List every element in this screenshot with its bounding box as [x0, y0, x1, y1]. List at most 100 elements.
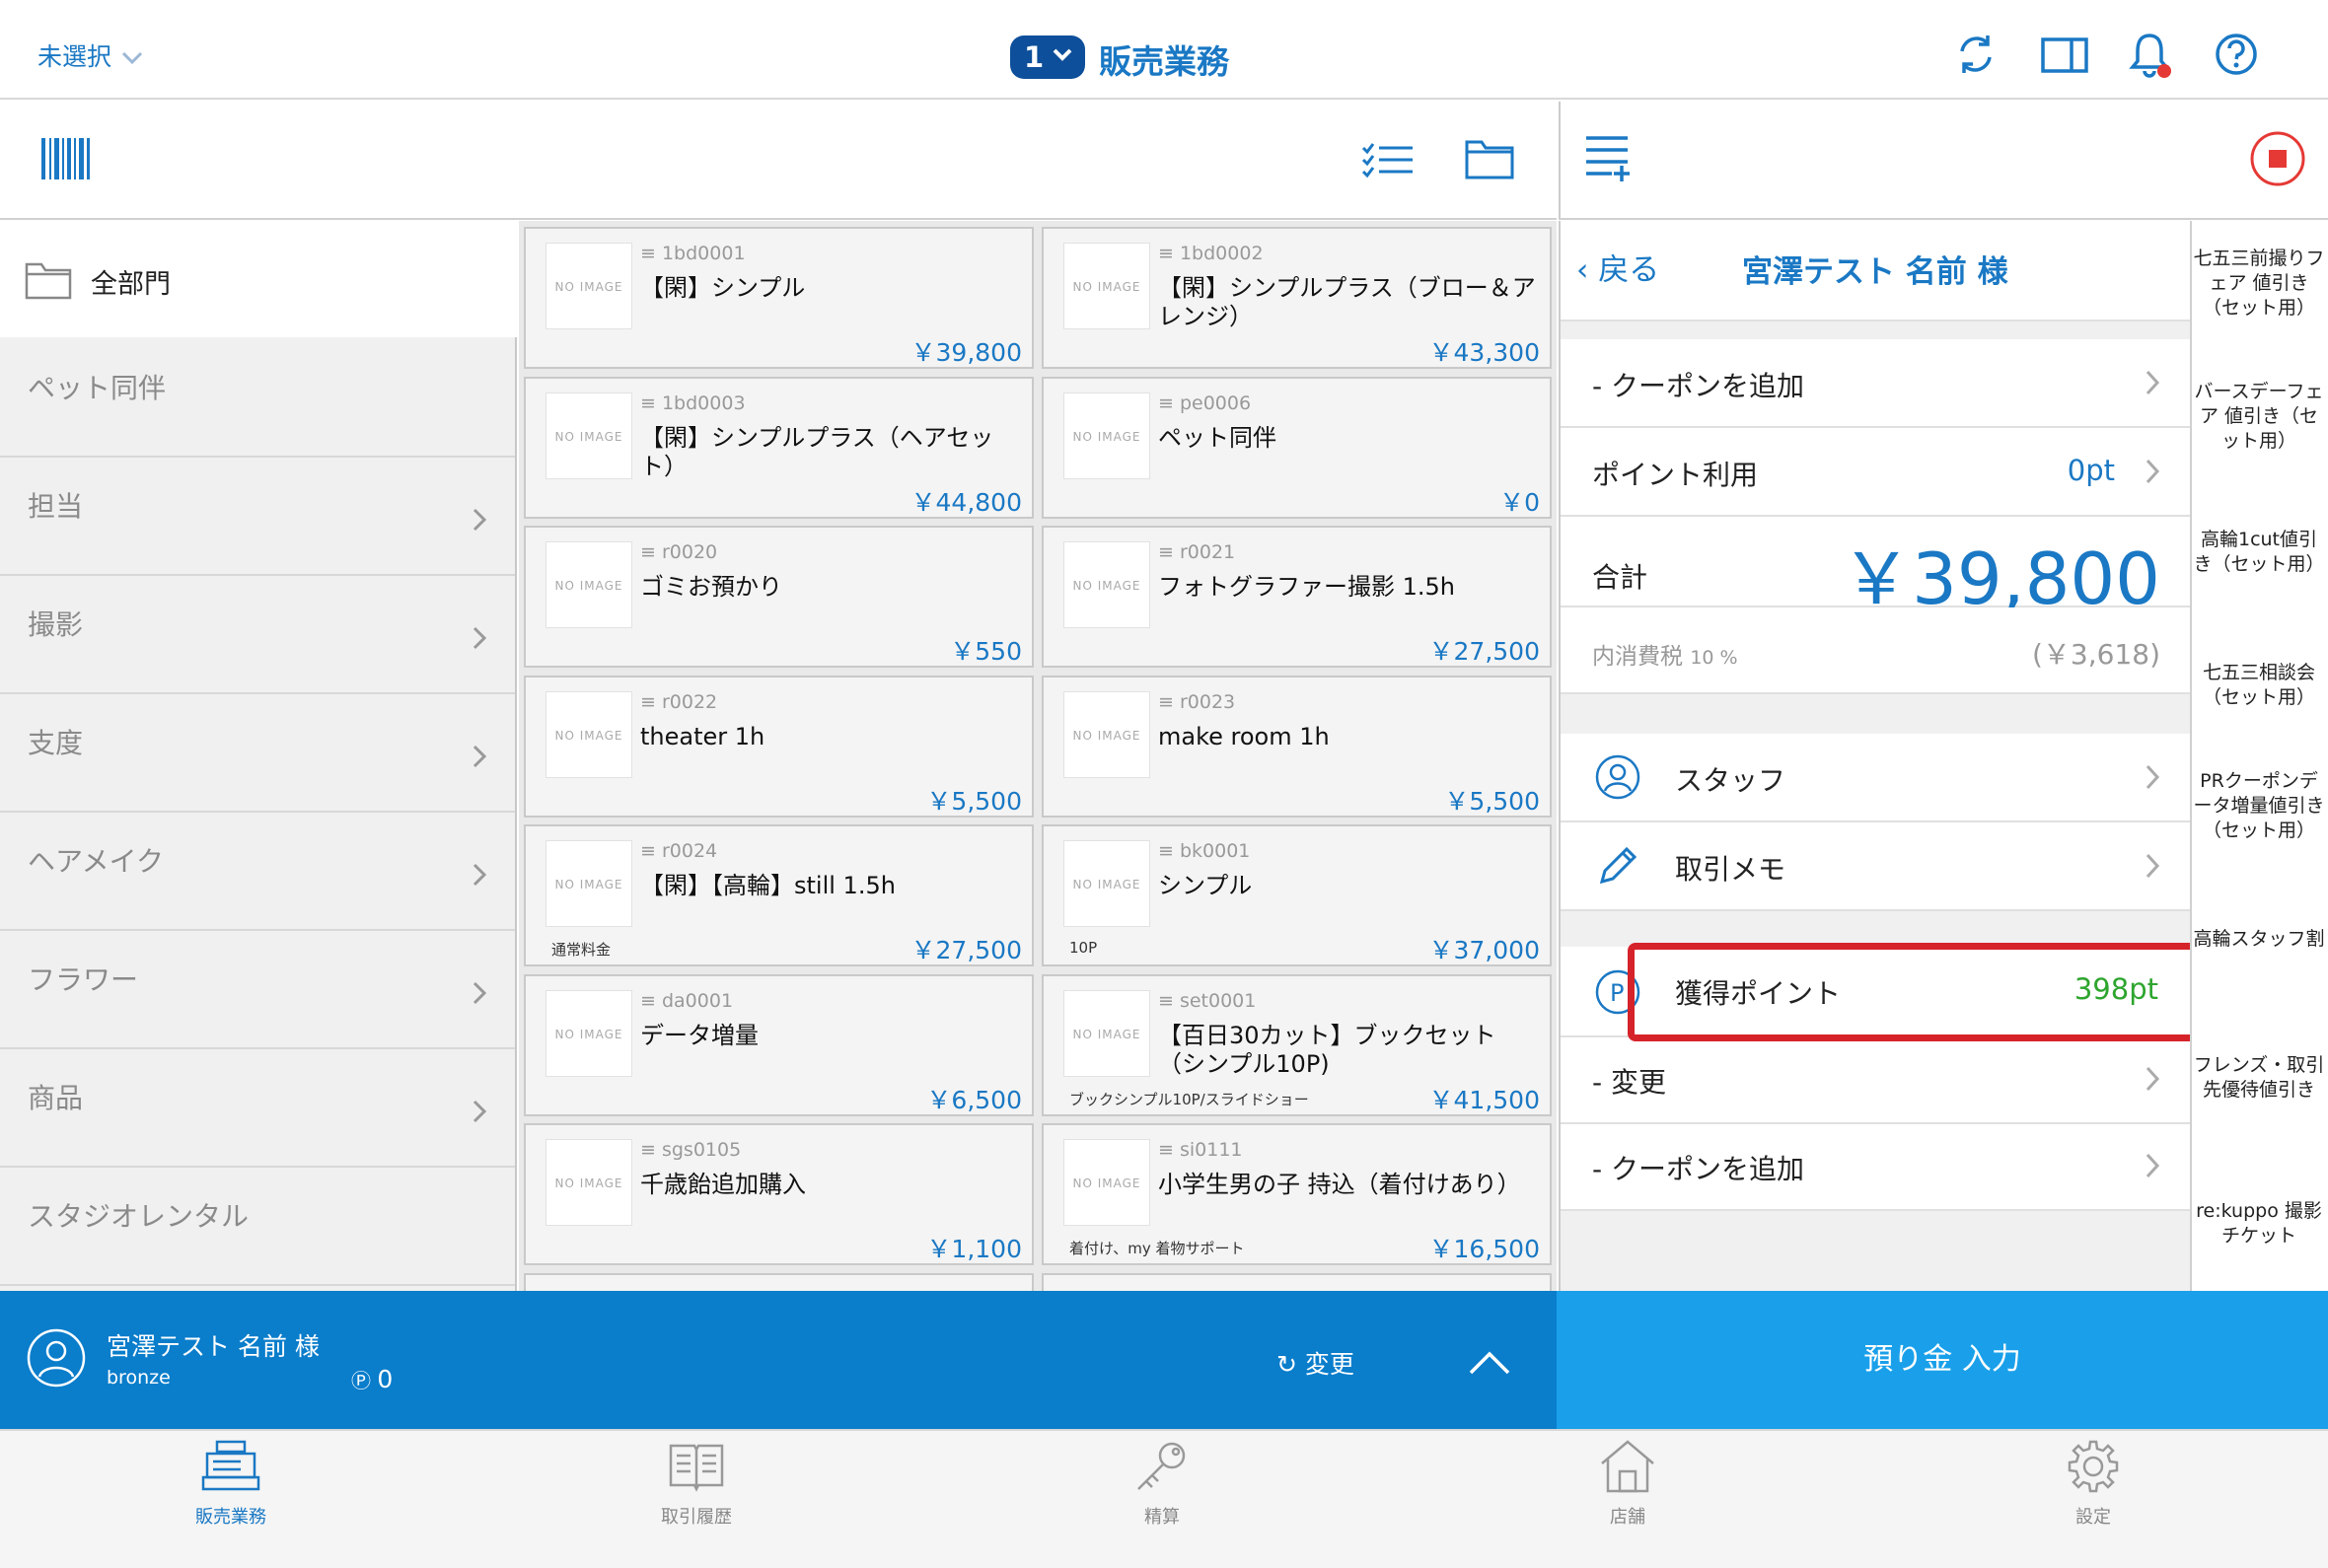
barcode-icon[interactable]: [39, 136, 93, 181]
product-image-placeholder: NO IMAGE: [1063, 392, 1150, 479]
store-selector[interactable]: 未選択: [37, 37, 143, 73]
tab-gear[interactable]: 設定: [1995, 1440, 2192, 1529]
tab-key[interactable]: 精算: [1063, 1440, 1261, 1529]
customer-name: 宮澤テスト 名前 様: [107, 1332, 320, 1361]
category-item[interactable]: 撮影: [0, 576, 515, 694]
product-code: sgs0105: [640, 1139, 741, 1161]
category-item[interactable]: 担当: [0, 458, 515, 576]
product-image-placeholder: NO IMAGE: [1063, 1139, 1150, 1226]
category-all[interactable]: 全部門: [0, 221, 517, 337]
category-item[interactable]: スタジオレンタル: [0, 1168, 515, 1286]
product-name: 【閑】シンプルプラス（ヘアセット）: [640, 423, 994, 480]
product-card-partial[interactable]: [1042, 1272, 1552, 1291]
product-card[interactable]: NO IMAGE 1bd0001 【閑】シンプル ￥39,800: [524, 227, 1034, 369]
deposit-input-button[interactable]: 預り金 入力: [1557, 1291, 2328, 1429]
bell-icon[interactable]: [2125, 30, 2174, 79]
discount-preset-item[interactable]: PRクーポンデータ増量値引き（セット用）: [2192, 769, 2326, 843]
register-number: 1: [1024, 40, 1045, 74]
discount-preset-item[interactable]: 七五三前撮りフェア 値引き（セット用）: [2192, 247, 2326, 321]
product-card[interactable]: NO IMAGE bk0001 シンプル 10P ￥37,000: [1042, 824, 1552, 966]
product-card-partial[interactable]: [524, 1272, 1034, 1291]
points-use-row[interactable]: ポイント利用 0pt: [1561, 428, 2190, 517]
split-view-icon[interactable]: [2040, 30, 2089, 79]
product-price: ￥41,500: [1428, 1085, 1540, 1114]
category-item[interactable]: フラワー: [0, 931, 515, 1049]
chevron-up-icon[interactable]: [1468, 1349, 1511, 1377]
change-customer-button[interactable]: ↻ 変更: [1276, 1345, 1354, 1381]
product-card[interactable]: NO IMAGE sgs0105 千歳飴追加購入 ￥1,100: [524, 1123, 1034, 1265]
discount-preset-item[interactable]: バースデーフェア 値引き（セット用）: [2192, 380, 2326, 454]
staff-icon: [1595, 754, 1640, 800]
chevron-right-icon: [473, 745, 487, 768]
chevron-left-icon: ‹: [1576, 252, 1599, 288]
product-code: r0020: [640, 541, 717, 563]
product-card[interactable]: NO IMAGE r0021 フォトグラファー撮影 1.5h ￥27,500: [1042, 526, 1552, 668]
product-card[interactable]: NO IMAGE si0111 小学生男の子 持込（着付けあり） 着付け、my 着物サ…: [1042, 1123, 1552, 1265]
discount-preset-item[interactable]: 高輪スタッフ割: [2192, 927, 2326, 952]
product-card[interactable]: NO IMAGE set0001 【百日30カット】ブックセット（シンプル10P) ブ…: [1042, 973, 1552, 1116]
chevron-right-icon: [2146, 370, 2160, 395]
product-card[interactable]: NO IMAGE 1bd0002 【閑】シンプルプラス（ブロー＆アレンジ） ￥43,3…: [1042, 227, 1552, 369]
category-item-label: スタジオレンタル: [28, 1200, 250, 1233]
category-item[interactable]: 支度: [0, 694, 515, 813]
product-name: make room 1h: [1158, 722, 1330, 750]
help-icon[interactable]: [2212, 30, 2261, 79]
register-icon: [201, 1440, 260, 1497]
product-image-placeholder: NO IMAGE: [1063, 243, 1150, 329]
category-item[interactable]: 商品: [0, 1049, 515, 1168]
cart-customer-title: 宮澤テスト 名前 様: [1742, 254, 2008, 290]
add-coupon-row[interactable]: - クーポンを追加: [1561, 339, 2190, 428]
product-card[interactable]: NO IMAGE r0023 make room 1h ￥5,500: [1042, 675, 1552, 818]
product-card[interactable]: NO IMAGE 1bd0003 【閑】シンプルプラス（ヘアセット） ￥44,800: [524, 376, 1034, 519]
tax-value: (￥3,618): [2031, 638, 2160, 671]
category-item-label: ヘアメイク: [28, 845, 165, 878]
add-coupon-row-2[interactable]: - クーポンを追加: [1561, 1124, 2190, 1211]
memo-row[interactable]: 取引メモ: [1561, 822, 2190, 911]
add-coupon-label: - クーポンを追加: [1592, 370, 1805, 402]
product-card[interactable]: NO IMAGE da0001 データ増量 ￥6,500: [524, 973, 1034, 1116]
checklist-icon[interactable]: [1361, 142, 1415, 181]
discount-preset-item[interactable]: re:kuppo 撮影チケット: [2192, 1199, 2326, 1248]
product-code: r0022: [640, 691, 717, 713]
staff-row[interactable]: スタッフ: [1561, 734, 2190, 822]
category-item[interactable]: ヘアメイク: [0, 813, 515, 931]
staff-label: スタッフ: [1675, 764, 1786, 797]
stop-icon[interactable]: [2249, 130, 2306, 187]
points-use-label: ポイント利用: [1592, 459, 1759, 491]
product-card[interactable]: NO IMAGE r0020 ゴミお預かり ￥550: [524, 526, 1034, 668]
product-price: ￥550: [950, 637, 1022, 666]
product-image-placeholder: NO IMAGE: [546, 392, 632, 479]
total-row: 合計 ￥39,800: [1561, 517, 2190, 620]
product-card[interactable]: NO IMAGE r0022 theater 1h ￥5,500: [524, 675, 1034, 818]
product-card[interactable]: NO IMAGE pe0006 ペット同伴 ￥0: [1042, 376, 1552, 519]
product-name: 【閑】シンプル: [640, 274, 806, 302]
folder-icon[interactable]: [1464, 136, 1515, 181]
add-list-icon[interactable]: [1584, 132, 1632, 181]
product-name: シンプル: [1158, 872, 1253, 899]
category-item[interactable]: ペット同伴: [0, 339, 515, 458]
tab-book[interactable]: 取引履歴: [598, 1440, 795, 1529]
discount-preset-item[interactable]: 高輪1cut値引き（セット用）: [2192, 528, 2326, 577]
product-card[interactable]: NO IMAGE r0024 【閑】【高輪】still 1.5h 通常料金 ￥27,50…: [524, 824, 1034, 966]
sync-icon[interactable]: [1951, 30, 2001, 79]
store-icon: [1598, 1440, 1657, 1497]
cart-customer-header: ‹ 戻る 宮澤テスト 名前 様: [1561, 221, 2190, 321]
product-code: pe0006: [1158, 392, 1251, 414]
pencil-icon: [1599, 846, 1637, 885]
product-name: 【閑】シンプルプラス（ブロー＆アレンジ）: [1158, 274, 1536, 330]
tab-register[interactable]: 販売業務: [132, 1440, 329, 1529]
discount-preset-item[interactable]: フレンズ・取引先優待値引き: [2192, 1053, 2326, 1103]
chevron-right-icon: [2146, 853, 2160, 879]
customer-points: Ⓟ 0: [351, 1365, 393, 1393]
discount-preset-item[interactable]: 七五三相談会（セット用）: [2192, 661, 2326, 710]
tab-store[interactable]: 店舗: [1529, 1440, 1726, 1529]
product-price: ￥37,000: [1428, 936, 1540, 964]
product-grid: NO IMAGE 1bd0001 【閑】シンプル ￥39,800 NO IMAGE 1bd…: [519, 221, 1557, 1291]
change-points-row[interactable]: - 変更: [1561, 1037, 2190, 1124]
back-button[interactable]: ‹ 戻る: [1576, 245, 1659, 289]
cart-toolbar: [1559, 102, 2328, 220]
register-number-selector[interactable]: 1: [1010, 36, 1085, 79]
category-all-label: 全部門: [91, 269, 171, 300]
product-price: ￥39,800: [910, 338, 1022, 367]
product-image-placeholder: NO IMAGE: [1063, 541, 1150, 628]
